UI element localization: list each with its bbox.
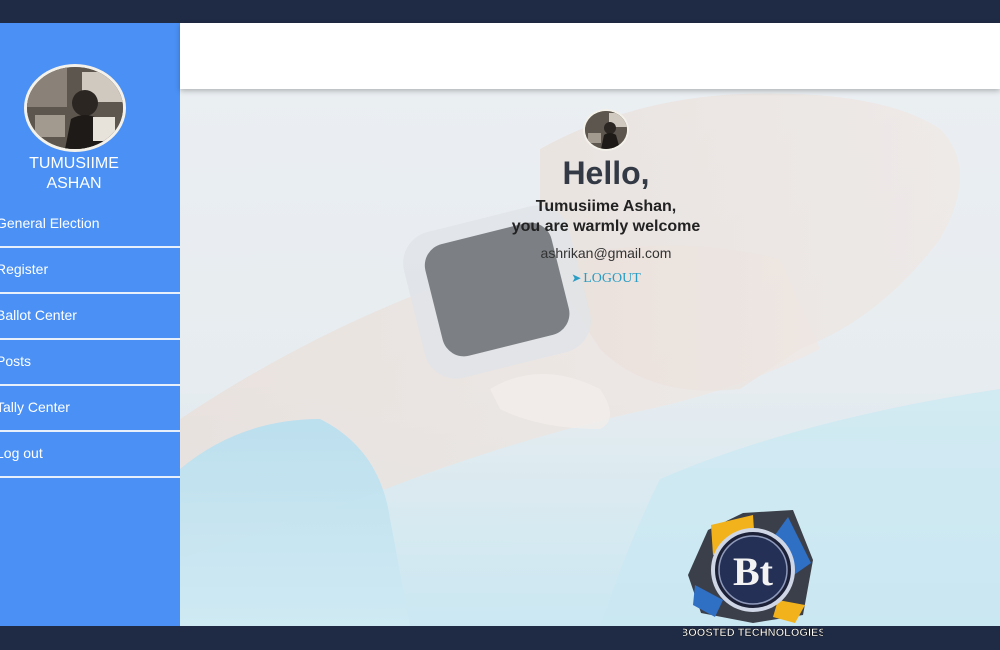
profile-avatar bbox=[24, 64, 126, 152]
sidebar-item-register[interactable]: Register bbox=[0, 248, 180, 294]
welcome-hero: Hello, Tumusiime Ashan, you are warmly w… bbox=[180, 89, 1000, 626]
sidebar-item-general-election[interactable]: General Election bbox=[0, 202, 180, 248]
boosted-technologies-logo: Bt BOOSTED TECHNOLOGIES bbox=[683, 510, 823, 639]
sidebar-nav: General Election Register Ballot Center … bbox=[0, 202, 180, 478]
sidebar-item-posts[interactable]: Posts bbox=[0, 340, 180, 386]
welcome-message: Tumusiime Ashan, you are warmly welcome bbox=[180, 197, 1000, 237]
greeting-heading: Hello, bbox=[562, 155, 650, 191]
logo-initials: Bt bbox=[733, 549, 774, 594]
sidebar-item-ballot-center[interactable]: Ballot Center bbox=[0, 294, 180, 340]
logout-label: LOGOUT bbox=[583, 271, 641, 286]
bottom-bar bbox=[0, 626, 1000, 650]
user-email: ashrikan@gmail.com bbox=[540, 245, 672, 261]
logout-link[interactable]: ➤ LOGOUT bbox=[180, 269, 1000, 288]
top-bar bbox=[0, 0, 1000, 23]
welcome-name: Tumusiime Ashan, bbox=[535, 198, 677, 215]
user-name: TUMUSIIME ASHAN bbox=[29, 155, 119, 192]
profile-avatar-small bbox=[583, 109, 629, 151]
logo-brand-text: BOOSTED TECHNOLOGIES bbox=[683, 627, 823, 639]
sidebar-item-log-out[interactable]: Log out bbox=[0, 432, 180, 478]
welcome-text: you are warmly welcome bbox=[511, 218, 701, 235]
header-bar bbox=[180, 23, 1000, 89]
welcome-panel: Hello, Tumusiime Ashan, you are warmly w… bbox=[180, 89, 1000, 288]
sign-out-icon: ➤ bbox=[571, 271, 582, 285]
sidebar-item-tally-center[interactable]: Tally Center bbox=[0, 386, 180, 432]
sidebar: TUMUSIIME ASHAN General Election Registe… bbox=[0, 23, 180, 626]
